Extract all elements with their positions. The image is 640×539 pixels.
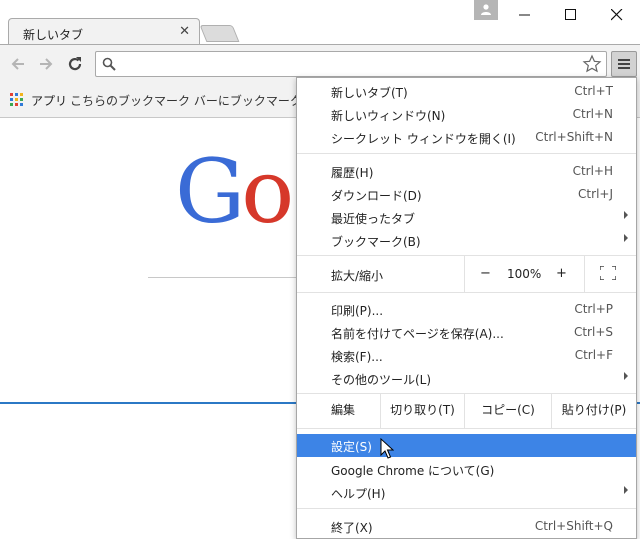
menu-item-save-page[interactable]: 名前を付けてページを保存(A)... Ctrl+S <box>297 321 636 344</box>
menu-separator <box>297 292 636 293</box>
tab-title: 新しいタブ <box>23 28 84 42</box>
bookmark-star-icon[interactable] <box>582 54 602 74</box>
reload-icon[interactable] <box>66 55 84 73</box>
zoom-in-button[interactable]: + <box>556 266 567 281</box>
apps-grid-icon[interactable] <box>10 93 24 107</box>
person-icon <box>481 4 491 15</box>
search-icon <box>102 57 116 71</box>
submenu-arrow-icon <box>624 486 628 494</box>
edit-label: 編集 <box>331 403 356 417</box>
menu-item-exit[interactable]: 終了(X) Ctrl+Shift+Q <box>297 515 636 538</box>
menu-item-new-window[interactable]: 新しいウィンドウ(N) Ctrl+N <box>297 103 636 126</box>
menu-item-print[interactable]: 印刷(P)... Ctrl+P <box>297 298 636 321</box>
profile-button[interactable] <box>474 0 498 20</box>
menu-item-recent-tabs[interactable]: 最近使ったタブ <box>297 206 636 229</box>
omnibox[interactable] <box>95 51 607 77</box>
menu-separator <box>297 508 636 509</box>
omnibox-input[interactable] <box>124 55 578 75</box>
menu-item-more-tools[interactable]: その他のツール(L) <box>297 367 636 390</box>
menu-separator <box>297 153 636 154</box>
menu-separator <box>297 428 636 429</box>
zoom-label: 拡大/縮小 <box>331 269 384 283</box>
chrome-menu-button[interactable] <box>611 51 637 77</box>
menu-item-settings[interactable]: 設定(S) <box>297 434 636 457</box>
zoom-row: 拡大/縮小 − 100% + <box>297 255 636 292</box>
hamburger-icon <box>618 59 630 69</box>
title-bar: 新しいタブ ✕ <box>0 0 640 45</box>
cut-button[interactable]: 切り取り(T) <box>381 393 464 428</box>
menu-item-find[interactable]: 検索(F)... Ctrl+F <box>297 344 636 367</box>
zoom-level: 100% <box>507 267 542 281</box>
tab-new-tab[interactable]: 新しいタブ ✕ <box>8 18 200 45</box>
menu-item-incognito[interactable]: シークレット ウィンドウを開く(I) Ctrl+Shift+N <box>297 126 636 149</box>
logo-letter-g: G <box>175 140 245 243</box>
edit-row: 編集 切り取り(T) コピー(C) 貼り付け(P) <box>297 393 636 428</box>
close-icon <box>611 9 623 21</box>
menu-item-history[interactable]: 履歴(H) Ctrl+H <box>297 160 636 183</box>
menu-item-help[interactable]: ヘルプ(H) <box>297 481 636 504</box>
zoom-divider <box>584 255 585 292</box>
chrome-dropdown-menu: 新しいタブ(T) Ctrl+T 新しいウィンドウ(N) Ctrl+N シークレッ… <box>296 77 637 539</box>
new-tab-button[interactable] <box>199 25 240 42</box>
minimize-icon <box>519 14 530 16</box>
submenu-arrow-icon <box>624 234 628 242</box>
menu-item-new-tab[interactable]: 新しいタブ(T) Ctrl+T <box>297 80 636 103</box>
maximize-button[interactable] <box>548 0 594 30</box>
apps-link[interactable]: アプリ <box>31 92 67 109</box>
fullscreen-icon[interactable] <box>600 266 616 280</box>
menu-item-about-chrome[interactable]: Google Chrome について(G) <box>297 458 636 481</box>
zoom-divider <box>464 255 465 292</box>
close-window-button[interactable] <box>594 0 640 30</box>
menu-item-downloads[interactable]: ダウンロード(D) Ctrl+J <box>297 183 636 206</box>
paste-button[interactable]: 貼り付け(P) <box>552 393 636 428</box>
minimize-button[interactable] <box>502 0 548 30</box>
maximize-icon <box>565 9 576 20</box>
tab-close-icon[interactable]: ✕ <box>179 24 190 39</box>
submenu-arrow-icon <box>624 372 628 380</box>
zoom-out-button[interactable]: − <box>480 266 491 281</box>
google-logo: Go <box>175 148 294 236</box>
logo-letter-o: o <box>241 140 294 243</box>
copy-button[interactable]: コピー(C) <box>465 393 551 428</box>
forward-icon[interactable] <box>37 55 55 73</box>
mouse-pointer-icon <box>380 438 394 459</box>
menu-item-bookmarks[interactable]: ブックマーク(B) <box>297 229 636 252</box>
back-icon[interactable] <box>9 55 27 73</box>
submenu-arrow-icon <box>624 211 628 219</box>
